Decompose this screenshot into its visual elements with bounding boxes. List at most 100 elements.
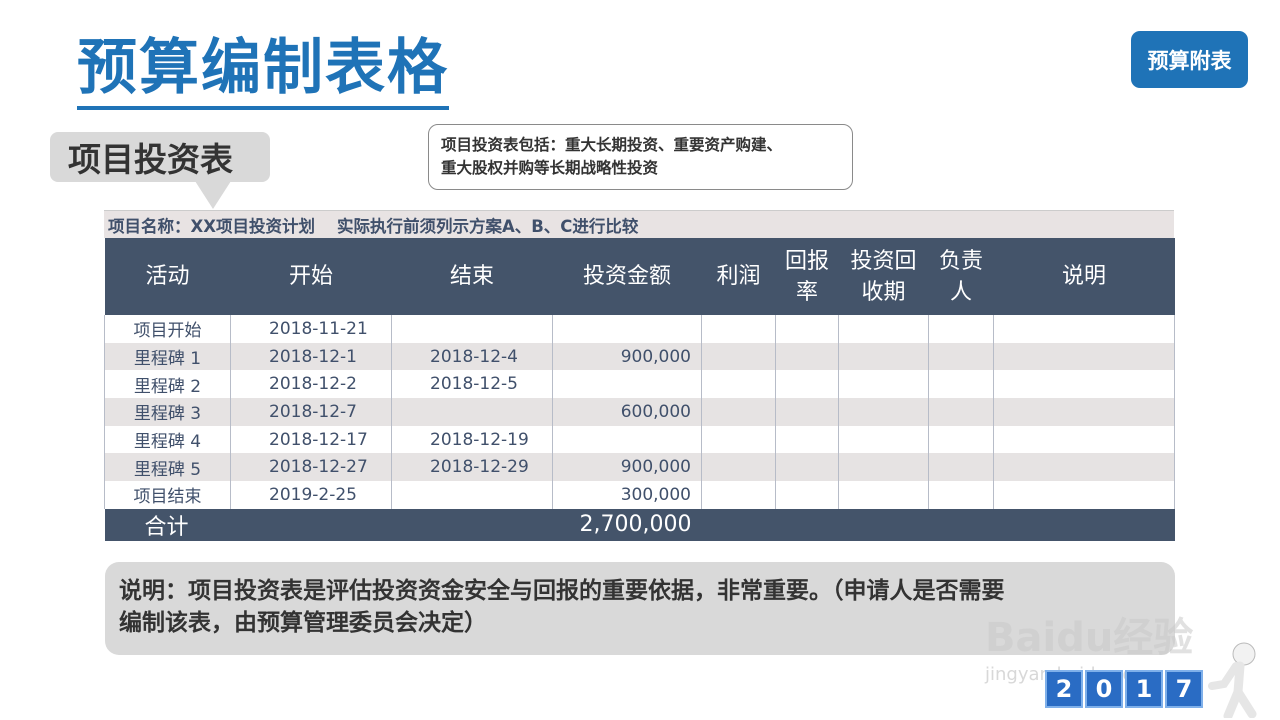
cell-end: [391, 315, 553, 343]
cell-notes: [993, 342, 1175, 371]
cell-owner: [928, 481, 994, 509]
total-spacer: [391, 508, 553, 541]
cell-start: 2019-2-25: [230, 481, 392, 509]
cell-amount: 900,000: [552, 342, 702, 371]
header-profit: 利润: [701, 238, 776, 315]
year-block: 7: [1165, 670, 1203, 708]
cell-owner: [928, 425, 994, 454]
cell-notes: [993, 481, 1175, 509]
cell-end: 2018-12-4: [391, 342, 553, 371]
budget-appendix-button[interactable]: 预算附表: [1131, 31, 1248, 88]
total-row: 合计 2,700,000: [104, 508, 1175, 541]
cell-owner: [928, 315, 994, 343]
header-return-rate: 回报率: [775, 238, 839, 315]
total-amount: 2,700,000: [552, 508, 702, 541]
cell-payback: [838, 398, 929, 426]
header-end: 结束: [391, 238, 553, 315]
year-block: 1: [1125, 670, 1163, 708]
cell-profit: [701, 342, 776, 371]
cell-profit: [701, 425, 776, 454]
cell-return-rate: [775, 342, 839, 371]
cell-activity: 里程碑 1: [104, 342, 231, 371]
header-amount: 投资金额: [552, 238, 702, 315]
cell-payback: [838, 481, 929, 509]
header-activity: 活动: [104, 238, 231, 315]
cell-profit: [701, 370, 776, 399]
table-row: 里程碑 5 2018-12-27 2018-12-29 900,000: [104, 453, 1175, 482]
cell-payback: [838, 342, 929, 371]
year-blocks-graphic: 2 0 1 7: [1045, 660, 1235, 710]
cell-start: 2018-11-21: [230, 315, 392, 343]
cell-owner: [928, 342, 994, 371]
cell-return-rate: [775, 398, 839, 426]
section-callout: 项目投资表: [50, 132, 270, 182]
cell-amount: 600,000: [552, 398, 702, 426]
cell-activity: 项目结束: [104, 481, 231, 509]
cell-return-rate: [775, 315, 839, 343]
cell-owner: [928, 370, 994, 399]
cell-start: 2018-12-1: [230, 342, 392, 371]
total-label: 合计: [104, 508, 392, 541]
table-row: 里程碑 4 2018-12-17 2018-12-19: [104, 425, 1175, 454]
cell-payback: [838, 315, 929, 343]
cell-end: 2018-12-19: [391, 425, 553, 454]
cell-activity: 里程碑 5: [104, 453, 231, 482]
cell-payback: [838, 370, 929, 399]
cell-end: [391, 398, 553, 426]
project-name-remark: 实际执行前须列示方案A、B、C进行比较: [336, 216, 639, 236]
cell-return-rate: [775, 425, 839, 454]
cell-notes: [993, 453, 1175, 482]
cell-notes: [993, 425, 1175, 454]
table-header-row: 活动 开始 结束 投资金额 利润 回报率 投资回 收期 负责人 说明: [104, 238, 1175, 315]
cell-return-rate: [775, 453, 839, 482]
cell-end: [391, 481, 553, 509]
cell-amount: [552, 315, 702, 343]
person-pushing-icon: [1208, 642, 1257, 718]
description-line-1: 说明：项目投资表是评估投资资金安全与回报的重要依据，非常重要。（申请人是否需要: [119, 578, 1005, 604]
project-name-label: 项目名称：XX项目投资计划: [108, 216, 315, 236]
cell-profit: [701, 453, 776, 482]
cell-profit: [701, 398, 776, 426]
cell-notes: [993, 315, 1175, 343]
header-start: 开始: [230, 238, 392, 315]
cell-payback: [838, 453, 929, 482]
table-row: 里程碑 1 2018-12-1 2018-12-4 900,000: [104, 342, 1175, 371]
cell-activity: 项目开始: [104, 315, 231, 343]
cell-activity: 里程碑 4: [104, 425, 231, 454]
note-line-1: 项目投资表包括：重大长期投资、重要资产购建、: [441, 136, 783, 154]
table-row: 里程碑 3 2018-12-7 600,000: [104, 398, 1175, 426]
cell-return-rate: [775, 481, 839, 509]
total-filler: [701, 508, 1175, 541]
project-name-bar: 项目名称：XX项目投资计划 实际执行前须列示方案A、B、C进行比较: [104, 210, 1174, 238]
cell-owner: [928, 453, 994, 482]
table-row: 项目开始 2018-11-21: [104, 315, 1175, 343]
note-box: 项目投资表包括：重大长期投资、重要资产购建、 重大股权并购等长期战略性投资: [428, 124, 853, 190]
investment-table: 活动 开始 结束 投资金额 利润 回报率 投资回 收期 负责人 说明 项目开始 2…: [104, 238, 1175, 541]
cell-return-rate: [775, 370, 839, 399]
cell-amount: 300,000: [552, 481, 702, 509]
header-owner: 负责人: [928, 238, 994, 315]
header-payback-period: 投资回 收期: [838, 238, 929, 315]
cell-activity: 里程碑 2: [104, 370, 231, 399]
year-block: 2: [1045, 670, 1083, 708]
callout-tail: [195, 181, 231, 209]
investment-table-container: 项目名称：XX项目投资计划 实际执行前须列示方案A、B、C进行比较 活动 开始 …: [104, 210, 1175, 541]
year-block: 0: [1085, 670, 1123, 708]
cell-activity: 里程碑 3: [104, 398, 231, 426]
cell-amount: 900,000: [552, 453, 702, 482]
cell-end: 2018-12-5: [391, 370, 553, 399]
cell-profit: [701, 315, 776, 343]
cell-notes: [993, 398, 1175, 426]
cell-profit: [701, 481, 776, 509]
note-line-2: 重大股权并购等长期战略性投资: [441, 159, 659, 177]
cell-amount: [552, 425, 702, 454]
cell-notes: [993, 370, 1175, 399]
cell-start: 2018-12-2: [230, 370, 392, 399]
cell-start: 2018-12-27: [230, 453, 392, 482]
cell-start: 2018-12-7: [230, 398, 392, 426]
table-row: 项目结束 2019-2-25 300,000: [104, 481, 1175, 509]
cell-owner: [928, 398, 994, 426]
baidu-watermark-logo: Baidu经验: [985, 615, 1194, 661]
table-row: 里程碑 2 2018-12-2 2018-12-5: [104, 370, 1175, 399]
cell-end: 2018-12-29: [391, 453, 553, 482]
